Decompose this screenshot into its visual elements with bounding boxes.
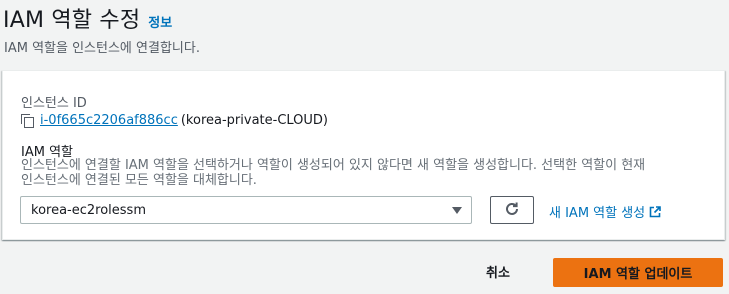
page-subtitle: IAM 역할을 인스턴스에 연결합니다. bbox=[4, 41, 200, 56]
instance-id-link[interactable]: i-0f665c2206af886cc bbox=[40, 113, 178, 128]
refresh-icon bbox=[504, 201, 520, 220]
caret-down-icon bbox=[452, 207, 462, 214]
page-header: IAM 역할 수정 정보 bbox=[3, 2, 172, 34]
instance-name: (korea-private-CLOUD) bbox=[180, 113, 329, 128]
settings-panel: 인스턴스 ID i-0f665c2206af886cc (korea-priva… bbox=[2, 70, 725, 240]
iam-role-select-value: korea-ec2rolessm bbox=[31, 202, 146, 218]
update-iam-role-button[interactable]: IAM 역할 업데이트 bbox=[553, 258, 723, 287]
external-link-icon bbox=[649, 205, 661, 218]
refresh-button[interactable] bbox=[490, 196, 534, 224]
cancel-button[interactable]: 취소 bbox=[486, 262, 510, 281]
copy-icon[interactable] bbox=[21, 113, 35, 128]
modify-iam-role-page: IAM 역할 수정 정보 IAM 역할을 인스턴스에 연결합니다. 인스턴스 I… bbox=[0, 0, 729, 294]
iam-role-select[interactable]: korea-ec2rolessm bbox=[20, 196, 472, 224]
create-iam-role-label: 새 IAM 역할 생성 bbox=[549, 206, 646, 221]
iam-role-description: 인스턴스에 연결할 IAM 역할을 선택하거나 역할이 생성되어 있지 않다면 … bbox=[21, 158, 646, 188]
page-title: IAM 역할 수정 bbox=[3, 8, 141, 33]
info-link[interactable]: 정보 bbox=[148, 12, 172, 31]
instance-id-label: 인스턴스 ID bbox=[21, 96, 87, 111]
create-iam-role-link[interactable]: 새 IAM 역할 생성 bbox=[549, 202, 661, 221]
instance-id-row: i-0f665c2206af886cc (korea-private-CLOUD… bbox=[21, 113, 328, 128]
